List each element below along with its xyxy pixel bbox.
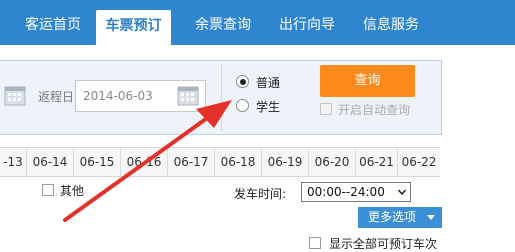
nav-item-travel-guide[interactable]: 出行向导 (264, 10, 350, 40)
nav-item-remaining-tickets[interactable]: 余票查询 (180, 10, 266, 40)
more-options-button[interactable]: 更多选项 (358, 207, 442, 228)
nav-item-home[interactable]: 客运首页 (10, 10, 96, 40)
depart-time-select[interactable]: 00:00--24:00 (301, 182, 411, 202)
triangle-down-icon (427, 215, 435, 220)
radio-student-label: 学生 (256, 100, 281, 114)
auto-query-checkbox[interactable] (320, 103, 332, 115)
auto-query-label: 开启自动查询 (338, 103, 411, 117)
panel-divider (221, 63, 222, 131)
calendar-icon[interactable] (4, 84, 26, 106)
date-tab[interactable]: 06-21 (356, 148, 398, 176)
date-tab[interactable]: -13 (0, 148, 27, 176)
date-tab[interactable]: 06-18 (215, 148, 262, 176)
radio-adult-label: 普通 (256, 76, 281, 90)
nav-item-info-service[interactable]: 信息服务 (348, 10, 434, 40)
date-tab[interactable]: 06-20 (309, 148, 356, 176)
radio-adult[interactable] (236, 75, 249, 88)
radio-selected-dot (239, 78, 246, 85)
date-tab-row: -13 06-14 06-15 06-16 06-17 06-18 06-19 … (0, 147, 440, 177)
date-tab[interactable]: 06-19 (262, 148, 309, 176)
more-options-label: 更多选项 (368, 210, 417, 224)
return-date-label: 返程日 (38, 90, 75, 104)
show-all-label: 显示全部可预订车次 (329, 237, 438, 251)
other-checkbox[interactable] (42, 184, 54, 196)
other-label: 其他 (60, 184, 85, 198)
date-tab[interactable]: 06-17 (168, 148, 215, 176)
date-tab[interactable]: 06-22 (398, 148, 440, 176)
query-button[interactable]: 查询 (320, 65, 415, 97)
nav-item-ticket-booking[interactable]: 车票预订 (96, 10, 171, 45)
date-tab[interactable]: 06-15 (74, 148, 121, 176)
chevron-down-icon (398, 189, 406, 196)
date-tab[interactable]: 06-16 (121, 148, 168, 176)
show-all-checkbox[interactable] (309, 237, 321, 249)
date-tab[interactable]: 06-14 (27, 148, 74, 176)
depart-time-label: 发车时间: (234, 187, 287, 201)
radio-student[interactable] (236, 99, 249, 112)
calendar-icon[interactable] (176, 84, 200, 106)
top-nav: 客运首页 车票预订 余票查询 出行向导 信息服务 (0, 0, 515, 45)
depart-time-value: 00:00--24:00 (307, 185, 385, 199)
